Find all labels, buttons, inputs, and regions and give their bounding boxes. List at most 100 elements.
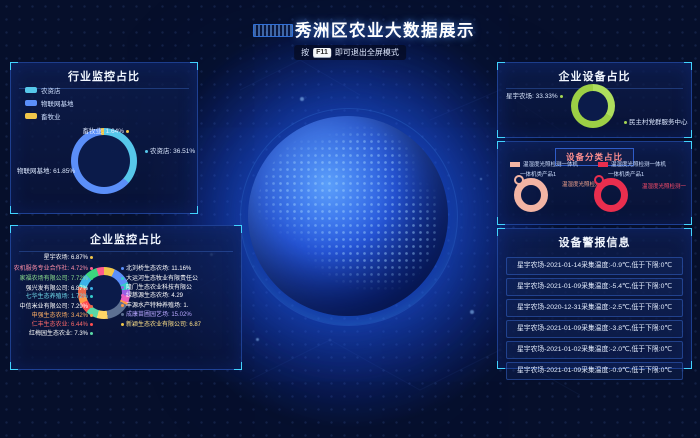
legend-item[interactable]: 农资店 <box>25 85 74 95</box>
series-dot <box>90 305 93 308</box>
particle <box>300 97 304 101</box>
f11-keycap: F11 <box>313 48 331 57</box>
series-dot <box>90 256 93 259</box>
device-donut-chart[interactable] <box>571 84 615 128</box>
series-dot <box>90 295 93 298</box>
legend-item[interactable]: 畜牧业 <box>25 111 74 121</box>
legend-item[interactable]: 一体机类产品1 <box>520 170 556 178</box>
panel-enterprise-device: 企业设备占比 星宇农场: 33.33% 民主村党群服务中心 <box>497 62 692 138</box>
chart-label: 家福农场有限公司: 7.72% <box>20 273 95 282</box>
globe-dotted-map <box>256 124 440 308</box>
corner-accent <box>497 141 505 149</box>
particle <box>480 178 482 180</box>
corner-accent <box>684 141 692 149</box>
corner-accent <box>684 217 692 225</box>
series-dot <box>121 304 124 307</box>
legend-swatch <box>25 87 37 93</box>
chart-label: 民主村党群服务中心 <box>622 116 688 126</box>
corner-accent <box>190 62 198 70</box>
chart-label: 红梅园生态农业: 7.3% <box>29 328 95 337</box>
corner-accent <box>497 130 505 138</box>
legend-label: 物联网基地 <box>41 98 74 108</box>
series-dot <box>90 323 93 326</box>
corner-accent <box>10 362 18 370</box>
alarm-row: 星宇农场-2021-01-09采集温度:-5.4℃,低于下限:0℃ <box>506 278 683 296</box>
series-dot <box>121 286 124 289</box>
series-dot <box>145 150 148 153</box>
hint-prefix: 按 <box>301 47 309 58</box>
corner-accent <box>497 62 505 70</box>
panel-industry-monitor: 行业监控占比 农资店 物联网基地 畜牧业 畜牧业: 1.64% 农资店: 36.… <box>10 62 198 214</box>
corner-accent <box>10 225 18 233</box>
series-dot <box>121 267 124 270</box>
chart-label: 丰源水产特种养殖场: 1. <box>119 300 188 309</box>
donut-hole <box>578 91 608 121</box>
legend-label: 农资店 <box>41 85 61 95</box>
legend-swatch <box>510 162 520 167</box>
particle <box>256 338 259 341</box>
panel-device-alarms: 设备警报信息 星宇农场-2021-01-14采集温度:-0.9℃,低于下限:0℃… <box>497 228 692 369</box>
legend-item[interactable]: 温湿度光照检测一体机 <box>598 160 666 168</box>
fullscreen-hint: 按 F11 即可退出全屏模式 <box>294 45 406 60</box>
alarm-row: 星宇农场-2021-01-02采集温度:-2.0℃,低于下限:0℃ <box>506 341 683 359</box>
corner-accent <box>684 130 692 138</box>
corner-accent <box>10 206 18 214</box>
chart-label: 七华生态养殖场: 1.72% <box>26 291 95 300</box>
series-dot <box>77 170 80 173</box>
corner-accent <box>497 361 505 369</box>
legend-item[interactable]: 温湿度光照检测一体机 <box>510 160 578 168</box>
chart-label: 北刘桥生态农场: 11.16% <box>119 263 191 272</box>
series-dot <box>121 313 124 316</box>
panel-title: 企业监控占比 <box>19 226 233 252</box>
chart-label: 成康苗圃园艺场: 15.02% <box>119 309 192 318</box>
series-dot <box>90 332 93 335</box>
series-dot <box>90 314 93 317</box>
series-dot <box>560 95 563 98</box>
corner-accent <box>684 361 692 369</box>
donut-hole <box>78 135 130 187</box>
legend-swatch <box>25 100 37 106</box>
industry-legend: 农资店 物联网基地 畜牧业 <box>25 85 74 124</box>
alarm-row: 星宇农场-2021-01-09采集温度:-0.9℃,低于下限:0℃ <box>506 362 683 380</box>
chart-label: 中信米业有限公司: 7.29% <box>20 301 95 310</box>
chart-label: 新颖生态农业有限公司: 6.87 <box>119 319 201 328</box>
legend-item[interactable]: 物联网基地 <box>25 98 74 108</box>
series-dot <box>90 267 93 270</box>
alarm-row: 星宇农场-2021-01-09采集温度:-3.8℃,低于下限:0℃ <box>506 320 683 338</box>
series-dot <box>121 294 124 297</box>
legend-swatch <box>25 113 37 119</box>
legend-item[interactable]: 一体机类产品1 <box>608 170 644 178</box>
series-dot <box>126 130 129 133</box>
series-dot <box>90 277 93 280</box>
corner-accent <box>234 362 242 370</box>
alarm-row: 星宇农场-2020-12-31采集温度:-2.5℃,低于下限:0℃ <box>506 299 683 317</box>
page-title: 秀洲区农业大数据展示 <box>295 17 475 41</box>
corner-accent <box>684 62 692 70</box>
chart-label: 申强生态农场: 3.42% <box>32 310 95 319</box>
legend-label: 畜牧业 <box>41 111 61 121</box>
donut-marker <box>514 175 524 185</box>
corner-accent <box>190 206 198 214</box>
globe <box>248 116 448 316</box>
chart-label: 畜牧业: 1.64% <box>82 125 131 135</box>
corner-accent <box>497 228 505 236</box>
series-dot <box>121 277 124 280</box>
series-dot <box>624 121 627 124</box>
industry-donut-chart[interactable] <box>71 128 137 194</box>
corner-accent <box>234 225 242 233</box>
series-dot <box>90 287 93 290</box>
chart-label: 星宇农场: 33.33% <box>506 90 565 100</box>
chart-label: 仁丰生态农业: 6.44% <box>32 319 95 328</box>
panel-title: 设备警报信息 <box>506 229 683 254</box>
panel-enterprise-monitor: 企业监控占比 星宇农场: 6.87% 农机服务专业合作社: 4.72% 家福农场… <box>10 225 242 370</box>
corner-accent <box>10 62 18 70</box>
corner-accent <box>684 228 692 236</box>
hint-suffix: 即可退出全屏模式 <box>335 47 399 58</box>
legend-swatch <box>598 162 608 167</box>
alarm-row: 星宇农场-2021-01-14采集温度:-0.9℃,低于下限:0℃ <box>506 257 683 275</box>
chart-label: 大运河生态牧业有限责任公 <box>119 273 198 282</box>
chart-label: 绿慈源生态农场: 4.29 <box>119 290 183 299</box>
chart-label: 物联网基地: 61.85% <box>17 165 82 175</box>
chart-label: 农机服务专业合作社: 4.72% <box>14 263 95 272</box>
corner-accent <box>497 217 505 225</box>
